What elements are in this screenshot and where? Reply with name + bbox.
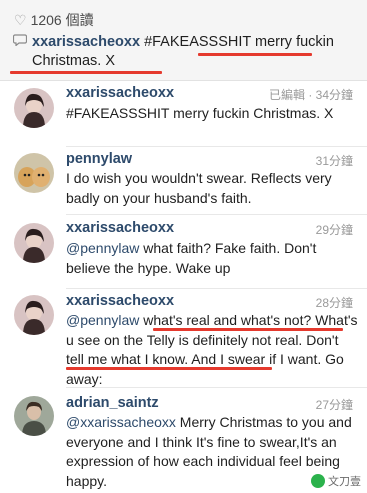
comment-timestamp: 已編輯 · 34分鐘 (268, 88, 353, 102)
watermark: 文刀壹 (311, 473, 361, 489)
comment-timestamp: 29分鐘 (315, 223, 353, 237)
highlight-line (66, 367, 272, 370)
comment-text: @pennylaw what faith? Fake faith. Don't … (66, 240, 317, 276)
highlight-line (153, 328, 343, 331)
post-caption: xxarissacheoxx #FAKEASSSHIT merry fuckin… (13, 33, 354, 71)
comment-text: #FAKEASSSHIT merry fuckin Christmas. X (66, 105, 334, 121)
comment-username[interactable]: adrian_saintz (66, 395, 159, 411)
heart-icon: ♡ (14, 12, 27, 28)
comment-username[interactable]: pennylaw (66, 151, 132, 167)
avatar[interactable] (14, 295, 54, 335)
comment-item: xxarissacheoxx 已編輯 · 34分鐘 #FAKEASSSHIT m… (0, 80, 367, 146)
avatar[interactable] (14, 396, 54, 436)
comment-timestamp: 28分鐘 (315, 296, 353, 310)
comment-item: xxarissacheoxx 28分鐘 @pennylaw what's rea… (0, 289, 367, 387)
avatar[interactable] (14, 223, 54, 263)
view-count: ♡ 1206 個讀 (14, 12, 94, 28)
wechat-icon (311, 474, 325, 488)
avatar[interactable] (14, 88, 54, 128)
caption-username[interactable]: xxarissacheoxx (32, 34, 140, 50)
mention-link[interactable]: @xxarissacheoxx (66, 414, 176, 430)
comment-timestamp: 27分鐘 (315, 398, 353, 412)
mention-link[interactable]: @pennylaw (66, 240, 139, 256)
comment-username[interactable]: xxarissacheoxx (66, 85, 174, 101)
comment-username[interactable]: xxarissacheoxx (66, 220, 174, 236)
comment-username[interactable]: xxarissacheoxx (66, 293, 174, 309)
post-header: ♡ 1206 個讀 xxarissacheoxx #FAKEASSSHIT mer… (0, 0, 367, 81)
highlight-line (198, 53, 312, 56)
comment-item: pennylaw 31分鐘 I do wish you wouldn't swe… (0, 147, 367, 214)
mention-link[interactable]: @pennylaw (66, 312, 139, 328)
avatar[interactable] (14, 153, 54, 193)
comment-item: xxarissacheoxx 29分鐘 @pennylaw what faith… (0, 215, 367, 288)
comment-timestamp: 31分鐘 (315, 154, 353, 168)
highlight-line (10, 71, 162, 74)
comment-text: @pennylaw what's real and what's not? Wh… (66, 312, 358, 387)
comment-text: I do wish you wouldn't swear. Reflects v… (66, 170, 332, 206)
comment-icon (13, 34, 27, 46)
